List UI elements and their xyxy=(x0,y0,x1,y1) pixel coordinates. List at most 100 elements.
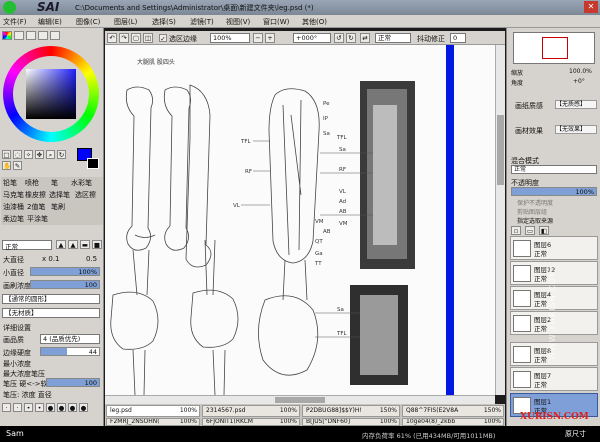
tool-pen-brush[interactable]: 笔刷 xyxy=(51,202,65,212)
tool-bucket[interactable]: 油漆桶 xyxy=(3,202,24,212)
horizontal-scrollbar[interactable] xyxy=(105,395,495,404)
menu-image[interactable]: 图像(C) xyxy=(76,17,100,27)
close-button[interactable]: ✕ xyxy=(584,1,598,13)
tool-marker[interactable]: 马克笔 xyxy=(3,190,24,200)
menu-window[interactable]: 窗口(W) xyxy=(263,17,289,27)
clip-group-checkbox[interactable]: 剪贴图层组 xyxy=(517,207,547,216)
tip-round-icon[interactable]: ▲ xyxy=(68,240,78,249)
tool-flat-pen[interactable]: 平涂笔 xyxy=(27,214,48,224)
tool-brush[interactable]: 笔 xyxy=(51,178,58,188)
nav-angle-value[interactable]: +0° xyxy=(573,78,585,85)
edge-hardness-slider[interactable]: 44 xyxy=(40,347,100,356)
menu-edit[interactable]: 编辑(E) xyxy=(38,17,62,27)
layer-row[interactable]: 图层7 正常 xyxy=(510,367,598,391)
stabilizer-select[interactable]: 0 xyxy=(450,33,466,43)
new-layer-icon[interactable]: ▫ xyxy=(511,226,521,235)
tip-triangle-icon[interactable]: ▲ xyxy=(56,240,66,249)
preset-dot-1[interactable]: · xyxy=(2,403,11,412)
file-tab[interactable]: 6FJONIT1(RKCM 100% xyxy=(202,418,300,426)
zoom-input[interactable]: 100% xyxy=(210,33,250,43)
file-tab[interactable]: P2DBUG88]$$Y)H! 150% xyxy=(302,405,400,417)
tool-select-eraser[interactable]: 选区擦 xyxy=(75,190,96,200)
nav-zoom-value[interactable]: 100.0% xyxy=(569,68,592,75)
hsv-slider-tab-icon[interactable] xyxy=(26,31,36,40)
hand-icon[interactable]: ✋ xyxy=(2,161,11,170)
menu-layer[interactable]: 图层(L) xyxy=(114,17,137,27)
tip-flat-icon[interactable]: ▬ xyxy=(80,240,90,249)
layer-opacity-slider[interactable]: 100% xyxy=(511,187,597,196)
rotation-input[interactable]: +000° xyxy=(293,33,331,43)
tip-square-icon[interactable]: ■ xyxy=(92,240,102,249)
vertical-scroll-thumb[interactable] xyxy=(497,115,504,185)
texture-select[interactable]: 【无材质】 xyxy=(2,308,100,318)
menu-file[interactable]: 文件(F) xyxy=(3,17,27,27)
swatch-tab-icon[interactable] xyxy=(38,31,48,40)
preset-dot-2[interactable]: · xyxy=(13,403,22,412)
rotate-ccw-icon[interactable]: ↺ xyxy=(334,33,344,43)
preset-dot-8[interactable]: ● xyxy=(79,403,88,412)
file-tab[interactable]: F2MRJ_2NSOHN( 100% xyxy=(106,418,200,426)
zoom-in-icon[interactable]: + xyxy=(265,33,275,43)
preset-dot-4[interactable]: • xyxy=(35,403,44,412)
quality-select[interactable]: 4 (品质优先) xyxy=(40,334,100,344)
file-tab[interactable]: 2314567.psd 100% xyxy=(202,405,300,417)
effect-select[interactable]: 【无效果】 xyxy=(555,125,597,134)
file-tab-active[interactable]: leg.psd 100% xyxy=(106,405,200,417)
tool-eraser[interactable]: 橡皮擦 xyxy=(25,190,46,200)
layer-blend-select[interactable]: 正常 xyxy=(511,165,597,174)
tool-airbrush[interactable]: 喷枪 xyxy=(25,178,39,188)
preset-dot-3[interactable]: • xyxy=(24,403,33,412)
saturation-value-square[interactable] xyxy=(26,69,76,119)
drawing-canvas[interactable]: 大腿肌 股四头 TFL RF VL Pe IP Sa VM AB QT Ga T… xyxy=(105,45,495,395)
rotate-cw-icon[interactable]: ↻ xyxy=(346,33,356,43)
rect-select-icon[interactable]: □ xyxy=(2,150,11,159)
tool-soft-pen[interactable]: 柔边笔 xyxy=(3,214,24,224)
tool-binary-pen[interactable]: 2值笔 xyxy=(27,202,45,212)
brush-shape-select[interactable]: 【通常的圆形】 xyxy=(2,294,100,304)
vertical-scrollbar[interactable] xyxy=(495,45,505,395)
eyedropper-icon[interactable]: ✎ xyxy=(13,161,22,170)
undo-icon[interactable]: ↶ xyxy=(107,33,117,43)
mode-select[interactable]: 正常 xyxy=(375,33,411,43)
new-folder-icon[interactable]: ▭ xyxy=(525,226,535,235)
scratchpad-tab-icon[interactable] xyxy=(50,31,60,40)
blend-mode-select[interactable]: 正常 xyxy=(2,240,52,251)
menu-other[interactable]: 其他(O) xyxy=(302,17,327,27)
zoom-out-icon[interactable]: − xyxy=(253,33,263,43)
lasso-icon[interactable]: ◌ xyxy=(13,150,22,159)
size-value[interactable]: 0.5 xyxy=(86,255,97,263)
color-wheel-tab-icon[interactable] xyxy=(2,31,12,40)
magic-wand-icon[interactable]: ✧ xyxy=(24,150,33,159)
secondary-color-swatch[interactable] xyxy=(87,158,99,169)
layer-row[interactable]: 图层6 正常 xyxy=(510,236,598,260)
menu-select[interactable]: 选择(S) xyxy=(152,17,176,27)
file-tab[interactable]: 10ge04(8)_2kbb 100% xyxy=(402,418,504,426)
redo-icon[interactable]: ↷ xyxy=(119,33,129,43)
min-size-slider[interactable]: 100% xyxy=(30,267,100,276)
navigator-preview[interactable] xyxy=(513,32,595,64)
menu-view[interactable]: 视图(V) xyxy=(226,17,250,27)
select-edge-checkbox[interactable]: ✓ xyxy=(159,34,167,43)
file-tab[interactable]: B[JUS["DNF60] 100% xyxy=(302,418,400,426)
horizontal-scroll-thumb[interactable] xyxy=(275,397,325,403)
menu-filter[interactable]: 滤镜(T) xyxy=(190,17,214,27)
preset-dot-6[interactable]: ● xyxy=(57,403,66,412)
new-mask-icon[interactable]: ◧ xyxy=(539,226,549,235)
pressure-hardness-slider[interactable]: 100 xyxy=(46,378,100,387)
deselect-icon[interactable]: ▢ xyxy=(131,33,141,43)
protect-opacity-checkbox[interactable]: 保护不透明度 xyxy=(517,198,553,207)
pressure-flags[interactable]: 笔压: 浓度 直径 xyxy=(3,390,52,400)
move-icon[interactable]: ✥ xyxy=(35,150,44,159)
tool-watercolor[interactable]: 水彩笔 xyxy=(71,178,92,188)
selection-source-checkbox[interactable]: 指定选取来源 xyxy=(517,216,553,225)
density-slider[interactable]: 100 xyxy=(30,280,100,289)
preset-dot-5[interactable]: ● xyxy=(46,403,55,412)
paper-texture-select[interactable]: 【无质感】 xyxy=(555,100,597,109)
invert-select-icon[interactable]: ◫ xyxy=(143,33,153,43)
tool-pencil[interactable]: 铅笔 xyxy=(3,178,17,188)
tool-select-pen[interactable]: 选择笔 xyxy=(49,190,70,200)
size-multiplier[interactable]: x 0.1 xyxy=(42,255,60,263)
preset-dot-7[interactable]: ● xyxy=(68,403,77,412)
detail-settings-label[interactable]: 详细设置 xyxy=(3,323,31,333)
flip-icon[interactable]: ⇄ xyxy=(360,33,370,43)
